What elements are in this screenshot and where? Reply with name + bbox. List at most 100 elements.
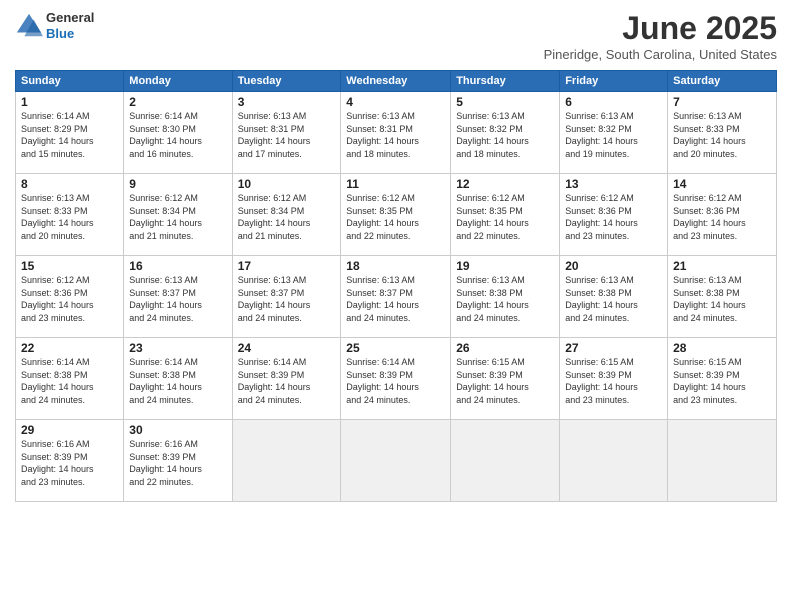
calendar-cell: 9 Sunrise: 6:12 AMSunset: 8:34 PMDayligh… xyxy=(124,174,232,256)
day-number: 19 xyxy=(456,259,554,273)
day-number: 12 xyxy=(456,177,554,191)
day-info: Sunrise: 6:13 AMSunset: 8:32 PMDaylight:… xyxy=(565,110,662,160)
calendar-cell: 23 Sunrise: 6:14 AMSunset: 8:38 PMDaylig… xyxy=(124,338,232,420)
calendar-cell xyxy=(341,420,451,502)
calendar-cell: 10 Sunrise: 6:12 AMSunset: 8:34 PMDaylig… xyxy=(232,174,341,256)
day-info: Sunrise: 6:13 AMSunset: 8:33 PMDaylight:… xyxy=(673,110,771,160)
day-number: 21 xyxy=(673,259,771,273)
calendar-cell xyxy=(451,420,560,502)
col-monday: Monday xyxy=(124,71,232,92)
day-number: 2 xyxy=(129,95,226,109)
day-number: 13 xyxy=(565,177,662,191)
day-info: Sunrise: 6:16 AMSunset: 8:39 PMDaylight:… xyxy=(129,438,226,488)
col-friday: Friday xyxy=(560,71,668,92)
day-number: 18 xyxy=(346,259,445,273)
location: Pineridge, South Carolina, United States xyxy=(544,47,777,62)
day-info: Sunrise: 6:14 AMSunset: 8:39 PMDaylight:… xyxy=(346,356,445,406)
calendar-header-row: Sunday Monday Tuesday Wednesday Thursday… xyxy=(16,71,777,92)
calendar-cell: 4 Sunrise: 6:13 AMSunset: 8:31 PMDayligh… xyxy=(341,92,451,174)
calendar-cell: 27 Sunrise: 6:15 AMSunset: 8:39 PMDaylig… xyxy=(560,338,668,420)
day-number: 29 xyxy=(21,423,118,437)
calendar-cell: 24 Sunrise: 6:14 AMSunset: 8:39 PMDaylig… xyxy=(232,338,341,420)
col-sunday: Sunday xyxy=(16,71,124,92)
day-info: Sunrise: 6:13 AMSunset: 8:33 PMDaylight:… xyxy=(21,192,118,242)
day-info: Sunrise: 6:13 AMSunset: 8:31 PMDaylight:… xyxy=(238,110,336,160)
logo-blue-text: Blue xyxy=(46,26,74,41)
day-number: 16 xyxy=(129,259,226,273)
day-info: Sunrise: 6:16 AMSunset: 8:39 PMDaylight:… xyxy=(21,438,118,488)
col-saturday: Saturday xyxy=(668,71,777,92)
calendar-cell: 6 Sunrise: 6:13 AMSunset: 8:32 PMDayligh… xyxy=(560,92,668,174)
day-info: Sunrise: 6:12 AMSunset: 8:36 PMDaylight:… xyxy=(565,192,662,242)
calendar-cell: 20 Sunrise: 6:13 AMSunset: 8:38 PMDaylig… xyxy=(560,256,668,338)
calendar-table: Sunday Monday Tuesday Wednesday Thursday… xyxy=(15,70,777,502)
calendar-cell: 1 Sunrise: 6:14 AMSunset: 8:29 PMDayligh… xyxy=(16,92,124,174)
day-info: Sunrise: 6:13 AMSunset: 8:38 PMDaylight:… xyxy=(673,274,771,324)
calendar-cell: 16 Sunrise: 6:13 AMSunset: 8:37 PMDaylig… xyxy=(124,256,232,338)
day-number: 11 xyxy=(346,177,445,191)
calendar-cell: 14 Sunrise: 6:12 AMSunset: 8:36 PMDaylig… xyxy=(668,174,777,256)
calendar-cell xyxy=(560,420,668,502)
day-number: 28 xyxy=(673,341,771,355)
day-number: 20 xyxy=(565,259,662,273)
calendar-cell: 25 Sunrise: 6:14 AMSunset: 8:39 PMDaylig… xyxy=(341,338,451,420)
day-info: Sunrise: 6:13 AMSunset: 8:37 PMDaylight:… xyxy=(129,274,226,324)
week-row-1: 1 Sunrise: 6:14 AMSunset: 8:29 PMDayligh… xyxy=(16,92,777,174)
calendar-cell: 7 Sunrise: 6:13 AMSunset: 8:33 PMDayligh… xyxy=(668,92,777,174)
day-info: Sunrise: 6:12 AMSunset: 8:34 PMDaylight:… xyxy=(129,192,226,242)
calendar-cell: 18 Sunrise: 6:13 AMSunset: 8:37 PMDaylig… xyxy=(341,256,451,338)
calendar-cell: 13 Sunrise: 6:12 AMSunset: 8:36 PMDaylig… xyxy=(560,174,668,256)
day-info: Sunrise: 6:12 AMSunset: 8:35 PMDaylight:… xyxy=(346,192,445,242)
day-info: Sunrise: 6:12 AMSunset: 8:35 PMDaylight:… xyxy=(456,192,554,242)
calendar-cell: 11 Sunrise: 6:12 AMSunset: 8:35 PMDaylig… xyxy=(341,174,451,256)
day-number: 7 xyxy=(673,95,771,109)
day-info: Sunrise: 6:13 AMSunset: 8:32 PMDaylight:… xyxy=(456,110,554,160)
calendar-cell: 15 Sunrise: 6:12 AMSunset: 8:36 PMDaylig… xyxy=(16,256,124,338)
week-row-2: 8 Sunrise: 6:13 AMSunset: 8:33 PMDayligh… xyxy=(16,174,777,256)
week-row-3: 15 Sunrise: 6:12 AMSunset: 8:36 PMDaylig… xyxy=(16,256,777,338)
calendar-cell xyxy=(668,420,777,502)
day-number: 22 xyxy=(21,341,118,355)
page: General Blue June 2025 Pineridge, South … xyxy=(0,0,792,612)
logo: General Blue xyxy=(15,10,94,41)
day-number: 26 xyxy=(456,341,554,355)
week-row-4: 22 Sunrise: 6:14 AMSunset: 8:38 PMDaylig… xyxy=(16,338,777,420)
header: General Blue June 2025 Pineridge, South … xyxy=(15,10,777,62)
col-tuesday: Tuesday xyxy=(232,71,341,92)
day-number: 9 xyxy=(129,177,226,191)
calendar-cell: 22 Sunrise: 6:14 AMSunset: 8:38 PMDaylig… xyxy=(16,338,124,420)
day-number: 15 xyxy=(21,259,118,273)
day-info: Sunrise: 6:13 AMSunset: 8:38 PMDaylight:… xyxy=(456,274,554,324)
day-number: 25 xyxy=(346,341,445,355)
calendar-cell: 21 Sunrise: 6:13 AMSunset: 8:38 PMDaylig… xyxy=(668,256,777,338)
col-thursday: Thursday xyxy=(451,71,560,92)
day-info: Sunrise: 6:12 AMSunset: 8:36 PMDaylight:… xyxy=(21,274,118,324)
day-number: 30 xyxy=(129,423,226,437)
calendar-cell: 29 Sunrise: 6:16 AMSunset: 8:39 PMDaylig… xyxy=(16,420,124,502)
calendar-cell: 5 Sunrise: 6:13 AMSunset: 8:32 PMDayligh… xyxy=(451,92,560,174)
day-info: Sunrise: 6:15 AMSunset: 8:39 PMDaylight:… xyxy=(565,356,662,406)
day-info: Sunrise: 6:12 AMSunset: 8:34 PMDaylight:… xyxy=(238,192,336,242)
logo-text: General Blue xyxy=(46,10,94,41)
day-info: Sunrise: 6:14 AMSunset: 8:30 PMDaylight:… xyxy=(129,110,226,160)
day-number: 1 xyxy=(21,95,118,109)
month-title: June 2025 xyxy=(544,10,777,47)
calendar-cell: 8 Sunrise: 6:13 AMSunset: 8:33 PMDayligh… xyxy=(16,174,124,256)
day-info: Sunrise: 6:12 AMSunset: 8:36 PMDaylight:… xyxy=(673,192,771,242)
calendar-cell: 17 Sunrise: 6:13 AMSunset: 8:37 PMDaylig… xyxy=(232,256,341,338)
calendar-cell: 3 Sunrise: 6:13 AMSunset: 8:31 PMDayligh… xyxy=(232,92,341,174)
day-number: 4 xyxy=(346,95,445,109)
day-number: 3 xyxy=(238,95,336,109)
logo-icon xyxy=(15,12,43,40)
day-number: 8 xyxy=(21,177,118,191)
week-row-5: 29 Sunrise: 6:16 AMSunset: 8:39 PMDaylig… xyxy=(16,420,777,502)
calendar-cell: 30 Sunrise: 6:16 AMSunset: 8:39 PMDaylig… xyxy=(124,420,232,502)
day-info: Sunrise: 6:13 AMSunset: 8:38 PMDaylight:… xyxy=(565,274,662,324)
calendar-cell: 19 Sunrise: 6:13 AMSunset: 8:38 PMDaylig… xyxy=(451,256,560,338)
day-info: Sunrise: 6:13 AMSunset: 8:37 PMDaylight:… xyxy=(346,274,445,324)
day-number: 6 xyxy=(565,95,662,109)
day-number: 5 xyxy=(456,95,554,109)
day-info: Sunrise: 6:13 AMSunset: 8:31 PMDaylight:… xyxy=(346,110,445,160)
day-number: 14 xyxy=(673,177,771,191)
calendar-cell: 12 Sunrise: 6:12 AMSunset: 8:35 PMDaylig… xyxy=(451,174,560,256)
